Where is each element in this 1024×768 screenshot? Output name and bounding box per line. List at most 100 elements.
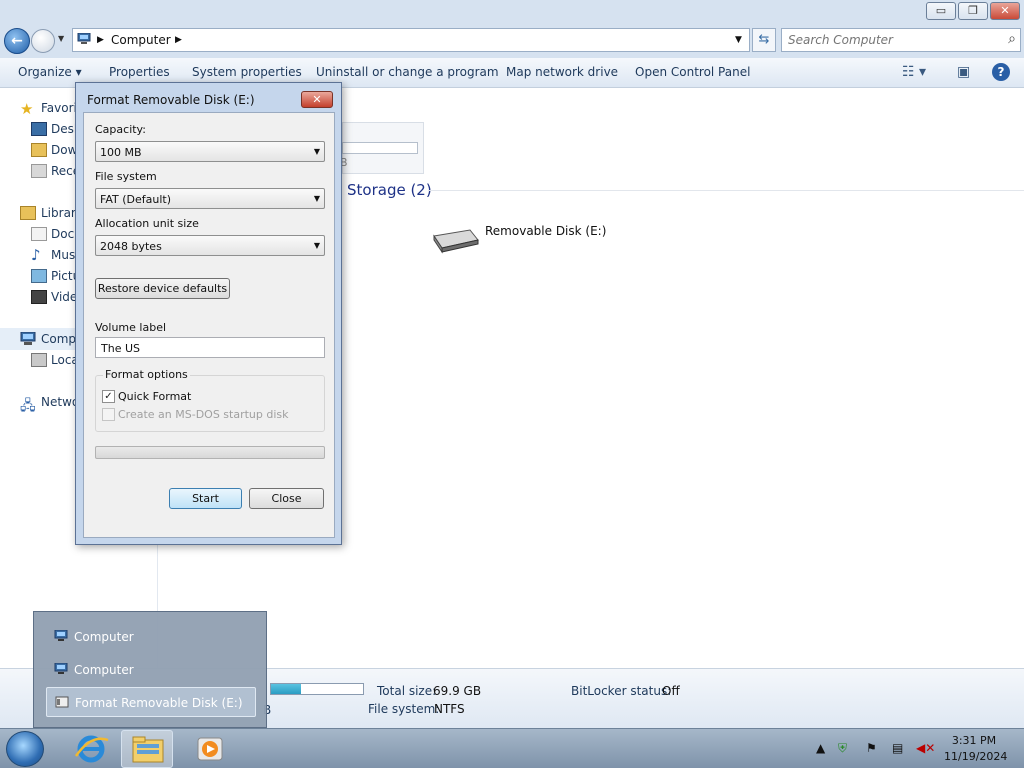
restore-button[interactable]: ❐ bbox=[958, 2, 988, 20]
open-control-panel-button[interactable]: Open Control Panel bbox=[635, 65, 750, 79]
search-icon[interactable]: ⌕ bbox=[1008, 31, 1016, 47]
start-button[interactable] bbox=[6, 731, 44, 767]
security-shield-icon[interactable]: ⛨ bbox=[838, 741, 847, 756]
filesystem-label: File system bbox=[95, 170, 157, 183]
recent-pages-dropdown-icon[interactable]: ▼ bbox=[58, 34, 64, 43]
taskbar-window-label: Format Removable Disk (E:) bbox=[75, 696, 243, 710]
internet-explorer-taskbar-button[interactable] bbox=[66, 730, 118, 768]
computer-icon bbox=[77, 33, 91, 44]
address-dropdown-icon[interactable]: ▼ bbox=[735, 35, 742, 45]
dialog-title: Format Removable Disk (E:) bbox=[87, 93, 255, 107]
allocation-select[interactable]: 2048 bytes ▼ bbox=[95, 235, 325, 256]
breadcrumb-computer[interactable]: Computer bbox=[111, 33, 171, 47]
nav-videos[interactable]: Vide bbox=[51, 290, 77, 304]
taskbar-window-label: Computer bbox=[74, 630, 134, 644]
close-window-button[interactable]: ✕ bbox=[990, 2, 1020, 20]
volume-label-field[interactable] bbox=[95, 337, 325, 358]
chevron-up-icon[interactable]: ▲ bbox=[816, 741, 825, 755]
file-system-value: NTFS bbox=[434, 702, 465, 716]
chevron-down-icon: ▼ bbox=[313, 147, 320, 156]
taskbar-window-label: Computer bbox=[74, 663, 134, 677]
taskbar-window-computer-1[interactable]: Computer bbox=[46, 622, 256, 652]
storage-section-header[interactable]: Storage (2) bbox=[347, 181, 432, 199]
dialog-close-button[interactable]: ✕ bbox=[301, 91, 333, 108]
nav-downloads[interactable]: Dow bbox=[51, 143, 77, 157]
capacity-label: Capacity: bbox=[95, 123, 146, 136]
total-size-label: Total size: bbox=[377, 684, 437, 698]
network-icon: 🖧 bbox=[20, 398, 36, 414]
chevron-down-icon: ▼ bbox=[313, 241, 320, 250]
recent-places-icon bbox=[31, 164, 47, 178]
removable-disk-label[interactable]: Removable Disk (E:) bbox=[485, 224, 606, 238]
system-properties-button[interactable]: System properties bbox=[192, 65, 302, 79]
close-button[interactable]: Close bbox=[249, 488, 324, 509]
msdos-startup-checkbox bbox=[102, 408, 115, 421]
navigation-bar: ← ▼ ▶ Computer ▶ ▼ ⇆ ⌕ bbox=[0, 24, 1024, 58]
media-player-icon bbox=[197, 737, 223, 761]
nav-computer[interactable]: Comp bbox=[41, 332, 76, 346]
local-disk-icon bbox=[31, 353, 47, 367]
nav-music[interactable]: Mus bbox=[51, 248, 75, 262]
computer-icon bbox=[20, 332, 36, 345]
help-icon[interactable]: ? bbox=[992, 63, 1010, 81]
format-options-label: Format options bbox=[103, 368, 190, 381]
taskbar-window-format-dialog[interactable]: Format Removable Disk (E:) bbox=[46, 687, 256, 717]
drive-icon bbox=[55, 696, 69, 708]
network-icon[interactable]: ▤ bbox=[892, 741, 903, 755]
videos-icon bbox=[31, 290, 47, 304]
search-box[interactable]: ⌕ bbox=[781, 28, 1021, 52]
restore-defaults-button[interactable]: Restore device defaults bbox=[95, 278, 230, 299]
system-clock[interactable]: 3:31 PM 11/19/2024 bbox=[944, 733, 1007, 765]
minimize-button[interactable]: ▭ bbox=[926, 2, 956, 20]
volume-muted-icon[interactable]: ◀✕ bbox=[916, 741, 935, 755]
chevron-down-icon: ▼ bbox=[313, 194, 320, 203]
organize-menu[interactable]: Organize ▾ bbox=[18, 65, 82, 79]
nav-network[interactable]: Netwo bbox=[41, 395, 79, 409]
format-options-group bbox=[95, 375, 325, 432]
search-input[interactable] bbox=[786, 32, 986, 48]
bitlocker-label: BitLocker status: bbox=[571, 684, 672, 698]
filesystem-value: FAT (Default) bbox=[100, 193, 171, 206]
format-dialog: Format Removable Disk (E:) ✕ Capacity: 1… bbox=[75, 82, 342, 545]
quick-format-label[interactable]: Quick Format bbox=[118, 390, 191, 403]
dialog-body: Capacity: 100 MB ▼ File system FAT (Defa… bbox=[83, 112, 335, 538]
map-network-drive-button[interactable]: Map network drive bbox=[506, 65, 618, 79]
file-system-label: File system: bbox=[368, 702, 440, 716]
breadcrumb-separator-icon: ▶ bbox=[97, 35, 104, 45]
start-button[interactable]: Start bbox=[169, 488, 242, 509]
music-icon: ♪ bbox=[31, 246, 41, 264]
star-icon: ★ bbox=[20, 100, 34, 118]
filesystem-select[interactable]: FAT (Default) ▼ bbox=[95, 188, 325, 209]
volume-label-label: Volume label bbox=[95, 321, 167, 334]
disk-usage-fill bbox=[271, 684, 302, 694]
uninstall-program-button[interactable]: Uninstall or change a program bbox=[316, 65, 499, 79]
removable-disk-icon[interactable] bbox=[430, 226, 480, 254]
title-bar: ▭ ❐ ✕ bbox=[0, 0, 1024, 24]
forward-button[interactable] bbox=[31, 29, 55, 53]
preview-pane-icon[interactable]: ▣ bbox=[957, 64, 970, 80]
flag-icon[interactable]: ⚑ bbox=[866, 741, 877, 755]
windows-explorer-taskbar-button[interactable] bbox=[121, 730, 173, 768]
volume-label-input[interactable] bbox=[99, 341, 319, 355]
capacity-select[interactable]: 100 MB ▼ bbox=[95, 141, 325, 162]
downloads-icon bbox=[31, 143, 47, 157]
quick-format-checkbox[interactable]: ✓ bbox=[102, 390, 115, 403]
computer-icon bbox=[54, 630, 68, 641]
msdos-startup-label: Create an MS-DOS startup disk bbox=[118, 408, 289, 421]
properties-button[interactable]: Properties bbox=[109, 65, 170, 79]
computer-icon bbox=[54, 663, 68, 674]
change-view-icon[interactable]: ☷ ▾ bbox=[902, 64, 926, 80]
internet-explorer-icon bbox=[74, 735, 109, 763]
documents-icon bbox=[31, 227, 47, 241]
nav-libraries[interactable]: Librari bbox=[41, 206, 79, 220]
back-button[interactable]: ← bbox=[4, 28, 30, 54]
refresh-button[interactable]: ⇆ bbox=[752, 28, 776, 52]
media-player-taskbar-button[interactable] bbox=[184, 730, 236, 768]
pictures-icon bbox=[31, 269, 47, 283]
clock-time: 3:31 PM bbox=[951, 734, 997, 747]
section-divider bbox=[428, 190, 1024, 191]
bitlocker-value: Off bbox=[662, 684, 680, 698]
address-bar[interactable]: ▶ Computer ▶ ▼ bbox=[72, 28, 750, 52]
breadcrumb-chevron-icon[interactable]: ▶ bbox=[175, 35, 182, 45]
taskbar-window-computer-2[interactable]: Computer bbox=[46, 655, 256, 685]
